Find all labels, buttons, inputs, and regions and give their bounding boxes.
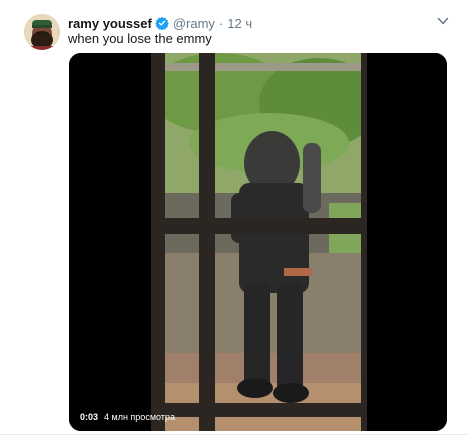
verified-badge-icon <box>155 16 169 30</box>
time-separator: · <box>218 15 224 31</box>
avatar[interactable] <box>24 14 60 50</box>
tweet-text: when you lose the emmy <box>68 31 212 46</box>
video-overlay: 0:03 4 млн просмотра <box>80 412 175 422</box>
tweet-header: ramy youssef @ramy · 12 ч <box>68 14 252 32</box>
video-elapsed-time: 0:03 <box>80 412 99 422</box>
video-view-count: 4 млн просмотра <box>104 412 175 422</box>
tweet-card[interactable]: ramy youssef @ramy · 12 ч when you lose … <box>0 0 469 435</box>
video-frame <box>69 53 447 431</box>
author-handle[interactable]: @ramy <box>173 16 215 31</box>
author-display-name[interactable]: ramy youssef <box>68 16 152 31</box>
chevron-down-icon[interactable] <box>436 14 450 28</box>
tweet-timestamp[interactable]: 12 ч <box>227 16 252 31</box>
video-player[interactable]: 0:03 4 млн просмотра <box>69 53 447 431</box>
